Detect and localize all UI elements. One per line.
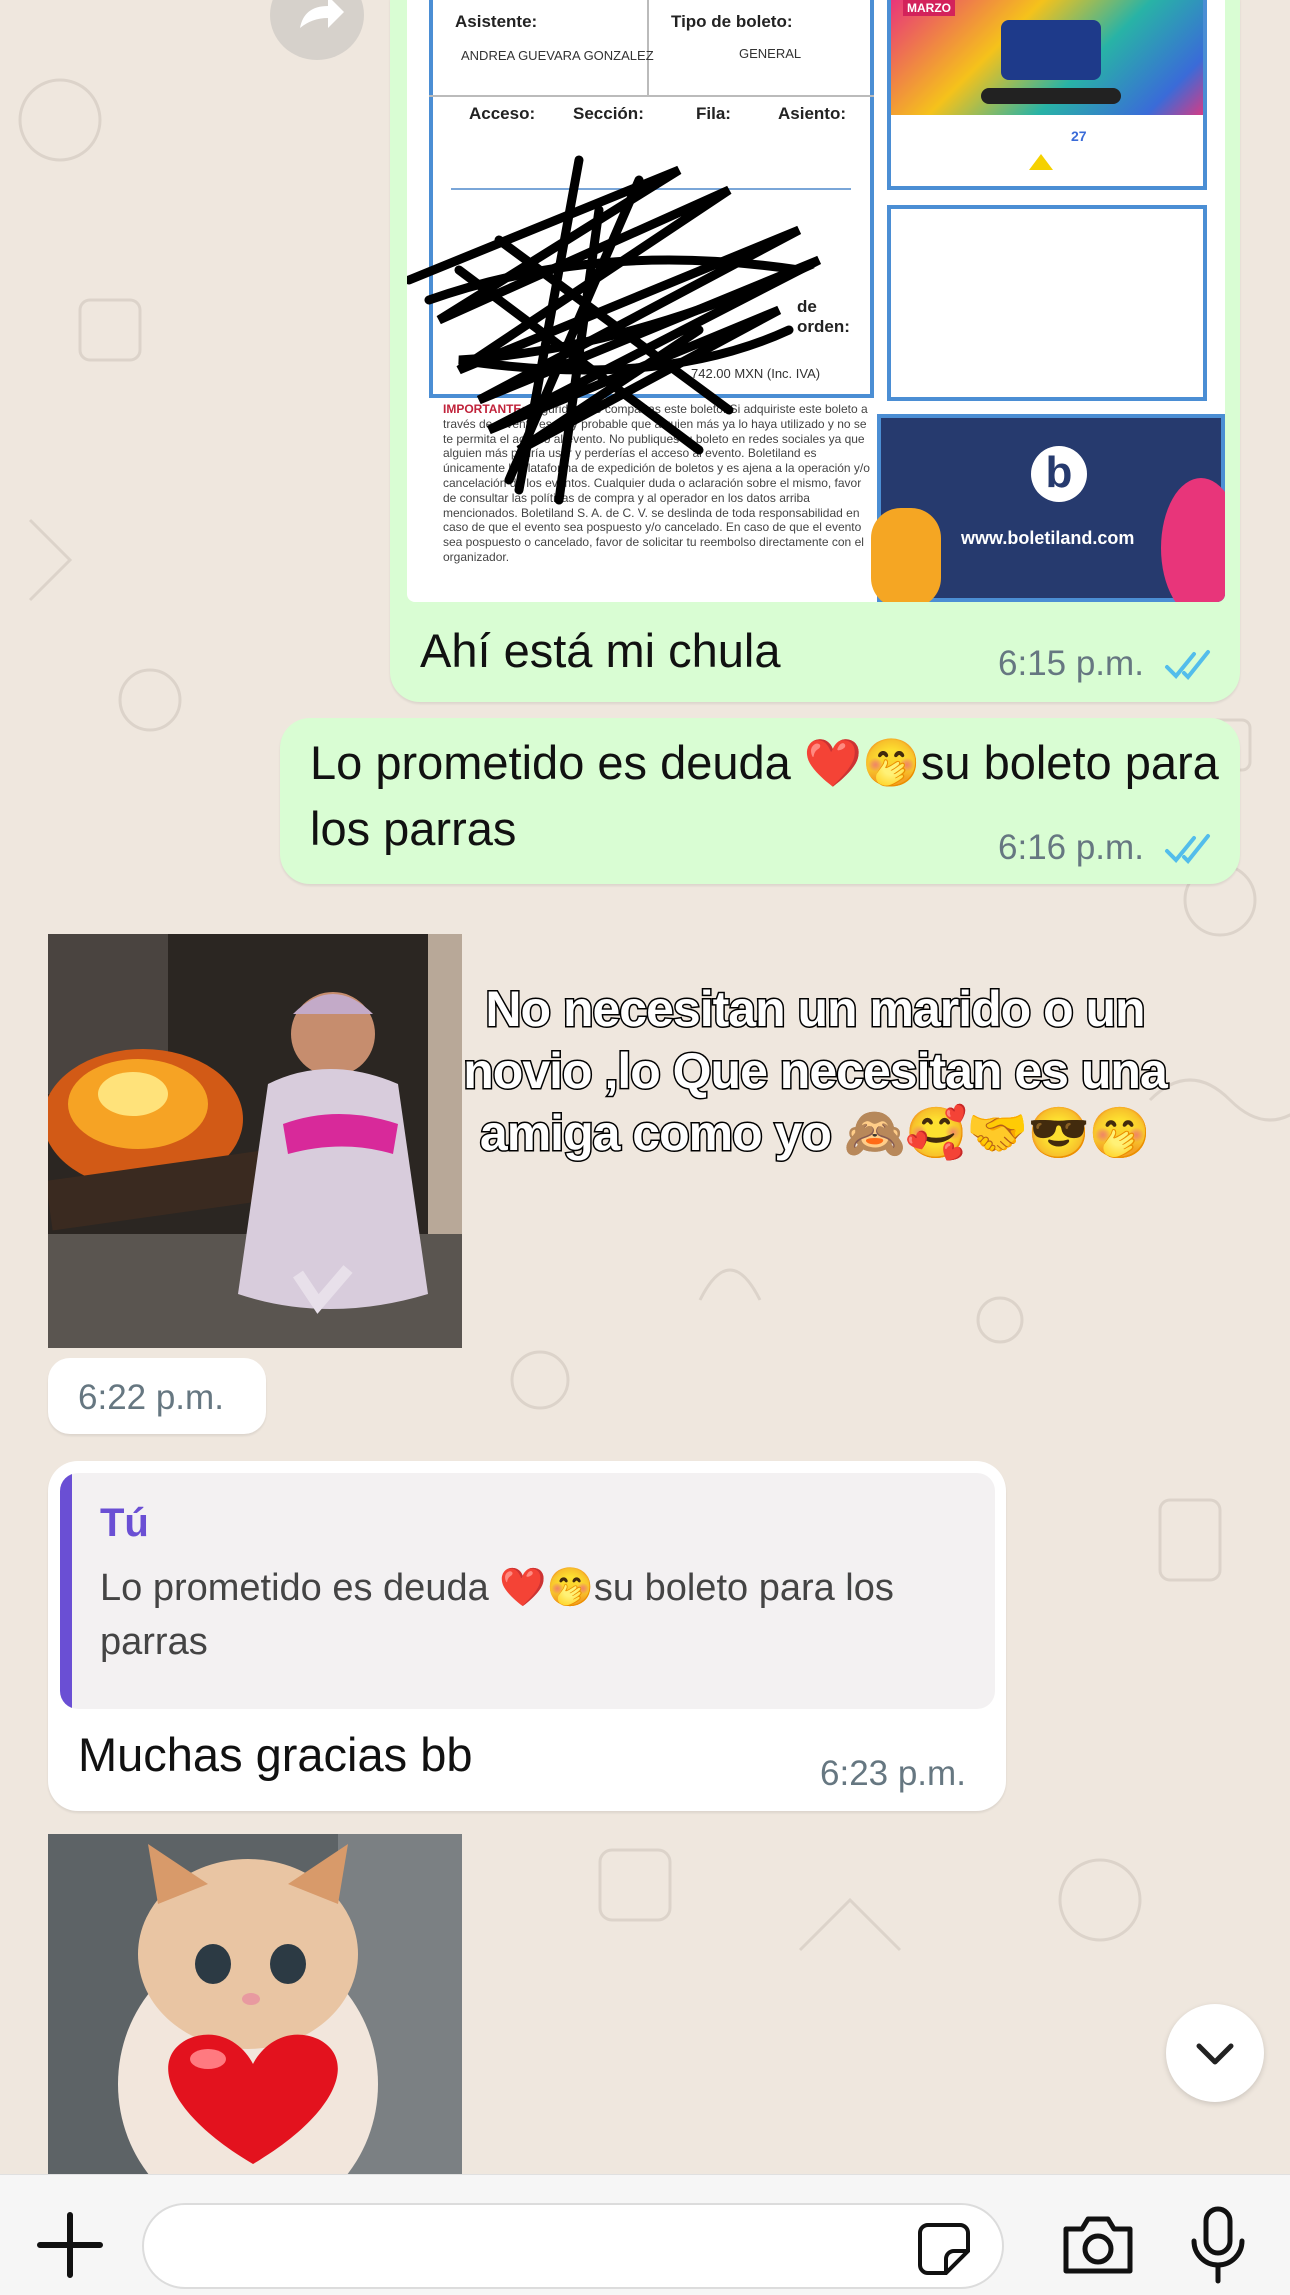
camera-button[interactable] [1058,2205,1138,2285]
ticket-access-label: Acceso: [469,104,536,123]
read-ticks-icon [1164,649,1210,680]
event-qr-area [887,205,1207,401]
message-input[interactable] [142,2203,1004,2289]
read-ticks-icon [1164,833,1210,864]
banner-month: MARZO [903,0,955,16]
kitten-photo[interactable] [48,1834,462,2174]
message-text: Muchas gracias bb [78,1728,473,1781]
message-text: Ahí está mi chula [420,624,781,677]
meme-photo-content [48,934,462,1348]
kitten-photo-content [48,1834,462,2174]
quoted-message[interactable]: Tú Lo prometido es deuda ❤️🤭su boleto pa… [60,1473,995,1709]
ticket-type-value: GENERAL [739,46,802,61]
quote-text: Lo prometido es deuda ❤️🤭su boleto para … [100,1567,894,1663]
message-time: 6:15 p.m. [998,644,1214,684]
ticket-row-label: Fila: [696,104,731,123]
ticket-image[interactable]: Asistente: ANDREA GUEVARA GONZALEZ Tipo … [407,0,1225,602]
event-banner: MARZO 27 [887,0,1207,190]
boletiland-logo: b [1031,446,1087,502]
ticket-section-label: Sección: [573,104,644,123]
sticker-button[interactable] [914,2219,974,2279]
message-time: 6:16 p.m. [998,828,1214,868]
meme-photo[interactable] [48,934,462,1348]
message-time: 6:23 p.m. [820,1754,966,1793]
message-time: 6:22 p.m. [78,1378,224,1417]
ticket-attendee-label: Asistente: [455,12,538,31]
ticket-type-label: Tipo de boleto: [671,12,793,31]
camera-icon [1063,2216,1133,2274]
ticket-seat-label: Asiento: [778,104,846,123]
scribble-redaction [407,155,822,505]
sticker-icon [918,2223,970,2275]
plus-icon [37,2212,103,2278]
forward-button[interactable] [270,0,364,60]
scroll-down-button[interactable] [1166,2004,1264,2102]
quote-accent-bar [60,1473,72,1709]
attach-button[interactable] [30,2205,110,2285]
boletiland-url: www.boletiland.com [961,528,1135,548]
banner-day: 27 [1071,128,1087,144]
voice-message-button[interactable] [1178,2203,1258,2287]
quote-author: Tú [100,1501,149,1545]
message-input-bar [0,2174,1290,2295]
ticket-details: Asistente: ANDREA GUEVARA GONZALEZ Tipo … [407,0,874,600]
meme-caption: No necesitan un marido o un novio ,lo Qu… [462,980,1170,1163]
ticket-attendee-value: ANDREA GUEVARA GONZALEZ [461,48,654,63]
scroll-down-icon [1196,2043,1234,2065]
forward-icon [300,0,344,28]
boletiland-brand-panel: b www.boletiland.com [871,414,1225,602]
microphone-icon [1191,2206,1245,2284]
